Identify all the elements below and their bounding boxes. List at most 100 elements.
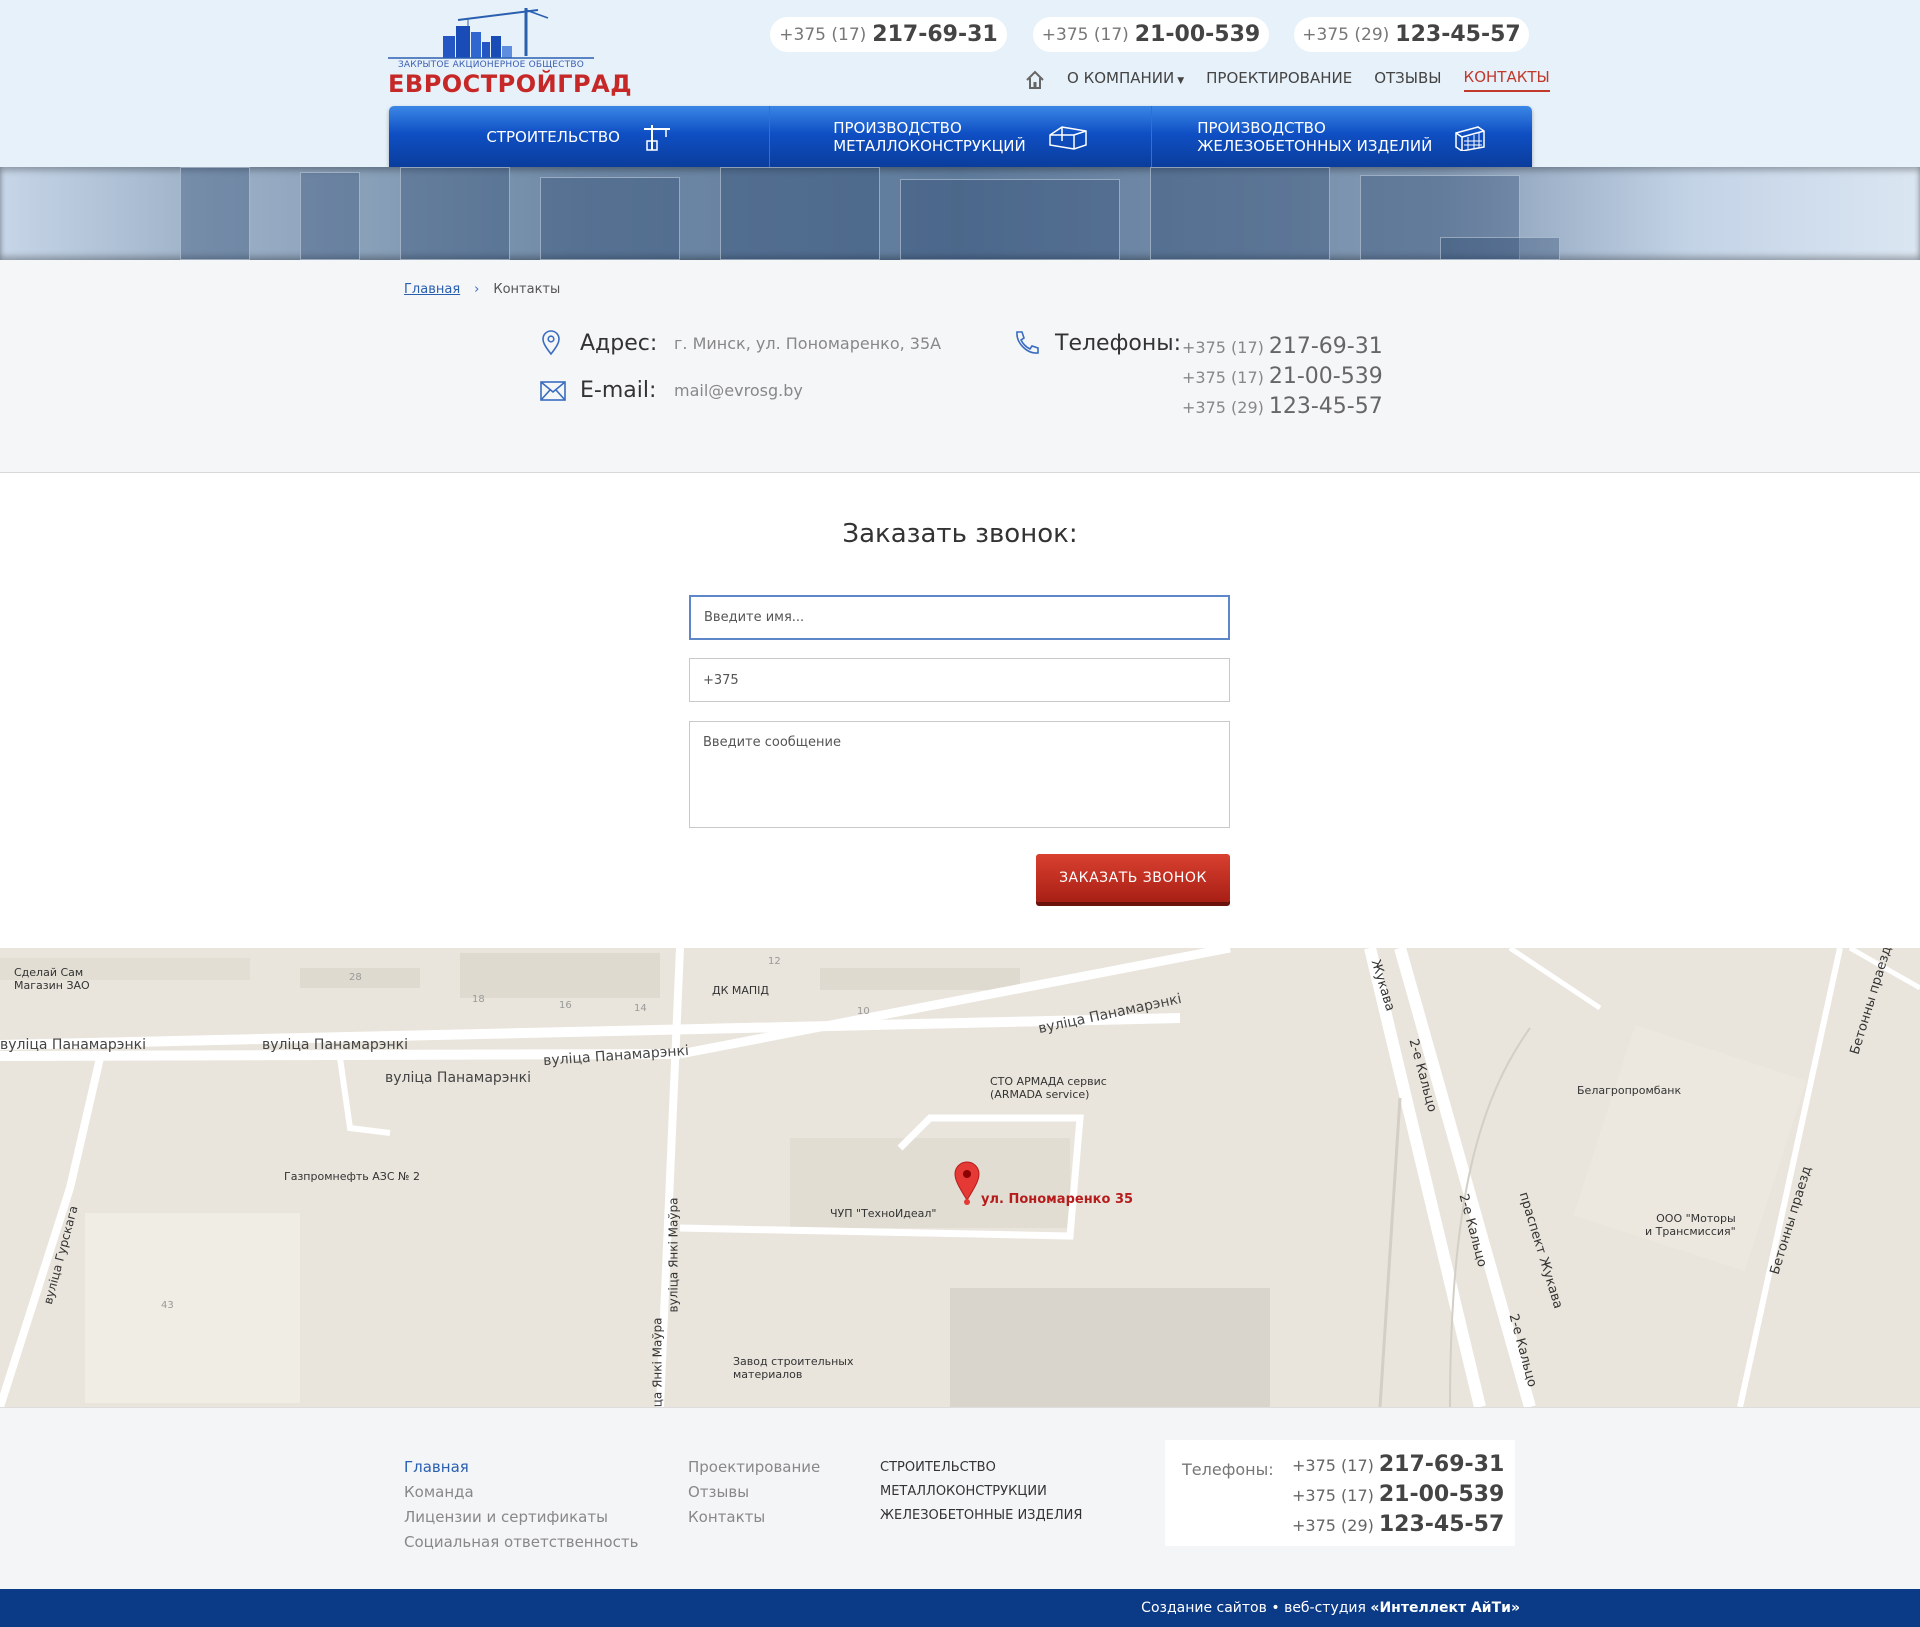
poi-zavod: Завод строительных материалов <box>733 1355 854 1381</box>
name-input[interactable]: Введите имя... <box>689 595 1230 640</box>
breadcrumb: Главная › Контакты <box>404 282 560 297</box>
logo-name[interactable]: ЕВРОСТРОЙГРАД <box>388 70 632 98</box>
nav-about[interactable]: О КОМПАНИИ ▼ <box>1067 69 1184 91</box>
form-title: Заказать звонок: <box>842 519 1078 549</box>
tab-construction[interactable]: СТРОИТЕЛЬСТВО <box>389 106 771 167</box>
footer-phone-1[interactable]: +375 (17) 217-69-31 <box>1292 1450 1504 1480</box>
poi-bank: Белагропромбанк <box>1577 1084 1682 1097</box>
breadcrumb-home[interactable]: Главная <box>404 282 460 297</box>
footer-phone-2[interactable]: +375 (17) 21-00-539 <box>1292 1480 1504 1510</box>
poi-line: СТО АРМАДА сервис <box>990 1075 1107 1088</box>
metal-frame-icon <box>1049 125 1087 150</box>
email-value[interactable]: mail@evrosg.by <box>674 381 803 400</box>
address-row: Адрес: г. Минск, ул. Пономаренко, 35А <box>540 330 941 356</box>
footer-link-concrete[interactable]: ЖЕЛЕЗОБЕТОННЫЕ ИЗДЕЛИЯ <box>880 1508 1082 1523</box>
street-label: вуліца Янкі Маўра <box>666 1197 681 1313</box>
footer-link-social[interactable]: Социальная ответственность <box>404 1533 638 1551</box>
footer-phone-3[interactable]: +375 (29) 123-45-57 <box>1292 1510 1504 1540</box>
phone-number: 217-69-31 <box>1268 334 1383 359</box>
poi-motors: ООО "Моторы и Трансмиссия" <box>1645 1212 1736 1238</box>
poi-line: Сделай Сам <box>14 966 84 979</box>
header-phone-1[interactable]: +375 (17) 217-69-31 <box>770 17 1007 52</box>
header-phone-3[interactable]: +375 (29) 123-45-57 <box>1294 17 1529 52</box>
credit-studio: «Интеллект АйТи» <box>1370 1600 1520 1616</box>
main-navigation: СТРОИТЕЛЬСТВО ПРОИЗВОДСТВО МЕТАЛЛОКОНСТРУ… <box>389 106 1532 167</box>
studio-credit[interactable]: Создание сайтов • веб-студия «Интеллект … <box>1141 1600 1520 1616</box>
footer-link-home[interactable]: Главная <box>404 1458 638 1476</box>
tab-metal-line2: МЕТАЛЛОКОНСТРУКЦИЙ <box>833 136 1026 155</box>
tab-concrete[interactable]: ПРОИЗВОДСТВО ЖЕЛЕЗОБЕТОННЫХ ИЗДЕЛИЙ <box>1152 106 1532 167</box>
order-call-button[interactable]: ЗАКАЗАТЬ ЗВОНОК <box>1036 854 1230 902</box>
phones-row: Телефоны: <box>1013 330 1181 356</box>
poi-line: материалов <box>733 1368 803 1381</box>
footer-link-licenses[interactable]: Лицензии и сертификаты <box>404 1508 638 1526</box>
message-textarea[interactable]: Введите сообщение <box>689 721 1230 828</box>
phone-number: 123-45-57 <box>1378 1512 1505 1537</box>
phone-number: 21-00-539 <box>1268 364 1383 389</box>
credit-prefix: Создание сайтов <box>1141 1600 1267 1616</box>
footer: Главная Команда Лицензии и сертификаты С… <box>0 1407 1920 1589</box>
bottom-bar: Создание сайтов • веб-студия «Интеллект … <box>0 1589 1920 1627</box>
tab-construction-label: СТРОИТЕЛЬСТВО <box>486 127 620 146</box>
street-label: вуліца Панамарэнкі <box>0 1037 146 1053</box>
phone-input[interactable]: +375 <box>689 658 1230 702</box>
top-navigation: О КОМПАНИИ ▼ ПРОЕКТИРОВАНИЕ ОТЗЫВЫ КОНТАК… <box>1025 68 1550 92</box>
chevron-right-icon: › <box>474 282 480 297</box>
building-number: 12 <box>768 956 781 967</box>
phone-number: 217-69-31 <box>872 22 998 47</box>
tab-concrete-line2: ЖЕЛЕЗОБЕТОННЫХ ИЗДЕЛИЙ <box>1197 136 1433 155</box>
nav-design[interactable]: ПРОЕКТИРОВАНИЕ <box>1206 69 1352 91</box>
contact-phone-1[interactable]: +375 (17) 217-69-31 <box>1182 332 1383 362</box>
street-label: вуліца Панамарэнкі <box>385 1070 531 1086</box>
phones-label: Телефоны: <box>1055 330 1182 356</box>
address-value: г. Минск, ул. Пономаренко, 35А <box>674 333 942 353</box>
footer-phones-label: Телефоны: <box>1182 1460 1274 1479</box>
contact-phone-3[interactable]: +375 (29) 123-45-57 <box>1182 392 1383 422</box>
building-number: 16 <box>559 1000 572 1011</box>
email-label: E-mail: <box>580 378 657 403</box>
logo-subtitle: ЗАКРЫТОЕ АКЦИОНЕРНОЕ ОБЩЕСТВО <box>397 60 585 70</box>
poi-line: Магазин ЗАО <box>14 979 90 992</box>
phone-code: +375 (29) <box>1182 398 1264 417</box>
poi-technoideal: ЧУП "ТехноИдеал" <box>830 1207 937 1220</box>
header-phone-2[interactable]: +375 (17) 21-00-539 <box>1033 17 1269 52</box>
poi-azs: Газпромнефть АЗС № 2 <box>284 1170 420 1183</box>
footer-link-reviews[interactable]: Отзывы <box>688 1483 820 1501</box>
map-pin-label: ул. Пономаренко 35 <box>981 1192 1134 1207</box>
phone-code: +375 (17) <box>1292 1456 1374 1475</box>
tab-metal[interactable]: ПРОИЗВОДСТВО МЕТАЛЛОКОНСТРУКЦИЙ <box>770 106 1152 167</box>
poi-sto: СТО АРМАДА сервис (ARMADA service) <box>990 1075 1107 1101</box>
phone-number: 217-69-31 <box>1378 1452 1505 1477</box>
nav-about-label: О КОМПАНИИ <box>1067 69 1175 87</box>
home-icon[interactable] <box>1025 70 1045 90</box>
nav-reviews[interactable]: ОТЗЫВЫ <box>1374 69 1441 91</box>
poi-line: (ARMADA service) <box>990 1088 1090 1101</box>
footer-link-metal[interactable]: МЕТАЛЛОКОНСТРУКЦИИ <box>880 1484 1082 1499</box>
phone-code: +375 (17) <box>1182 338 1264 357</box>
crane-icon <box>643 124 670 151</box>
phone-number: 123-45-57 <box>1268 394 1383 419</box>
phone-number: 123-45-57 <box>1395 22 1521 47</box>
chevron-down-icon: ▼ <box>1177 76 1185 86</box>
footer-col-2: Проектирование Отзывы Контакты <box>688 1458 820 1526</box>
building-number: 14 <box>634 1003 647 1014</box>
footer-link-team[interactable]: Команда <box>404 1483 638 1501</box>
contact-phone-2[interactable]: +375 (17) 21-00-539 <box>1182 362 1383 392</box>
poi-line: ООО "Моторы <box>1656 1212 1736 1225</box>
phone-number: 21-00-539 <box>1378 1482 1505 1507</box>
footer-link-contacts[interactable]: Контакты <box>688 1508 820 1526</box>
footer-link-design[interactable]: Проектирование <box>688 1458 820 1476</box>
building-number: 18 <box>472 994 485 1005</box>
tab-concrete-label: ПРОИЗВОДСТВО ЖЕЛЕЗОБЕТОННЫХ ИЗДЕЛИЙ <box>1197 119 1432 155</box>
phones-list: +375 (17) 217-69-31 +375 (17) 21-00-539 +3… <box>1182 332 1383 422</box>
tab-metal-line1: ПРОИЗВОДСТВО <box>833 118 962 137</box>
footer-link-construction[interactable]: СТРОИТЕЛЬСТВО <box>880 1460 1082 1475</box>
building-number: 28 <box>349 972 362 983</box>
map[interactable]: Сделай Сам Магазин ЗАО 28 18 16 14 12 10 … <box>0 948 1920 1407</box>
tab-concrete-line1: ПРОИЗВОДСТВО <box>1197 118 1326 137</box>
poi-sdelai: Сделай Сам Магазин ЗАО <box>14 966 90 992</box>
footer-col-3: СТРОИТЕЛЬСТВО МЕТАЛЛОКОНСТРУКЦИИ ЖЕЛЕЗОБ… <box>880 1460 1082 1523</box>
footer-col-1: Главная Команда Лицензии и сертификаты С… <box>404 1458 638 1551</box>
footer-phones-list: +375 (17) 217-69-31 +375 (17) 21-00-539 +3… <box>1292 1450 1504 1540</box>
nav-contacts[interactable]: КОНТАКТЫ <box>1463 68 1550 92</box>
